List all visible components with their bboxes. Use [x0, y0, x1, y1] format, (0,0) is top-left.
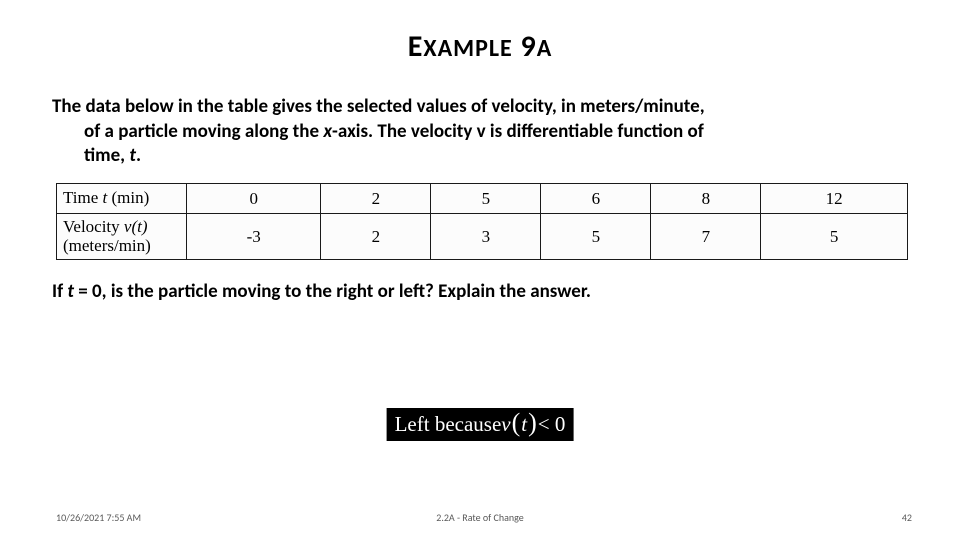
- prompt-line3: time, t.: [52, 144, 912, 169]
- slide-title: EXAMPLE 9A: [48, 28, 912, 65]
- slide: EXAMPLE 9A The data below in the table g…: [0, 0, 960, 540]
- footer-date: 10/26/2021 7:55 AM: [56, 511, 141, 524]
- cell-time-0: 0: [187, 184, 321, 214]
- question-text: If t = 0, is the particle moving to the …: [48, 280, 912, 303]
- table-row-velocity: Velocity v(t) (meters/min) -3 2 3 5 7 5: [57, 214, 908, 260]
- answer-post: < 0: [538, 414, 566, 435]
- answer-pre: Left because: [395, 414, 502, 435]
- data-table-wrap: Time t (min) 0 2 5 6 8 12 Velocity v(t) …: [48, 183, 912, 260]
- row-label-velocity: Velocity v(t) (meters/min): [57, 214, 187, 260]
- row-label-time: Time t (min): [57, 184, 187, 214]
- prompt-text: The data below in the table gives the se…: [48, 95, 912, 169]
- slide-footer: 10/26/2021 7:55 AM 2.2A - Rate of Change…: [0, 511, 960, 524]
- cell-time-2: 5: [431, 184, 541, 214]
- table-row-time: Time t (min) 0 2 5 6 8 12: [57, 184, 908, 214]
- prompt-line1: The data below in the table gives the se…: [52, 95, 705, 118]
- cell-time-3: 6: [541, 184, 651, 214]
- cell-vel-0: -3: [187, 214, 321, 260]
- cell-time-4: 8: [651, 184, 761, 214]
- cell-vel-2: 3: [431, 214, 541, 260]
- data-table: Time t (min) 0 2 5 6 8 12 Velocity v(t) …: [56, 183, 908, 260]
- cell-vel-3: 5: [541, 214, 651, 260]
- footer-page-number: 42: [902, 511, 912, 524]
- cell-vel-1: 2: [321, 214, 431, 260]
- answer-arg: t: [512, 411, 537, 437]
- cell-vel-4: 7: [651, 214, 761, 260]
- answer-box: Left because v t < 0: [387, 408, 574, 441]
- cell-time-5: 12: [761, 184, 908, 214]
- cell-vel-5: 5: [761, 214, 908, 260]
- footer-topic: 2.2A - Rate of Change: [436, 511, 523, 524]
- prompt-line2: of a particle moving along the x-axis. T…: [52, 120, 912, 145]
- cell-time-1: 2: [321, 184, 431, 214]
- answer-fn: v: [501, 414, 510, 435]
